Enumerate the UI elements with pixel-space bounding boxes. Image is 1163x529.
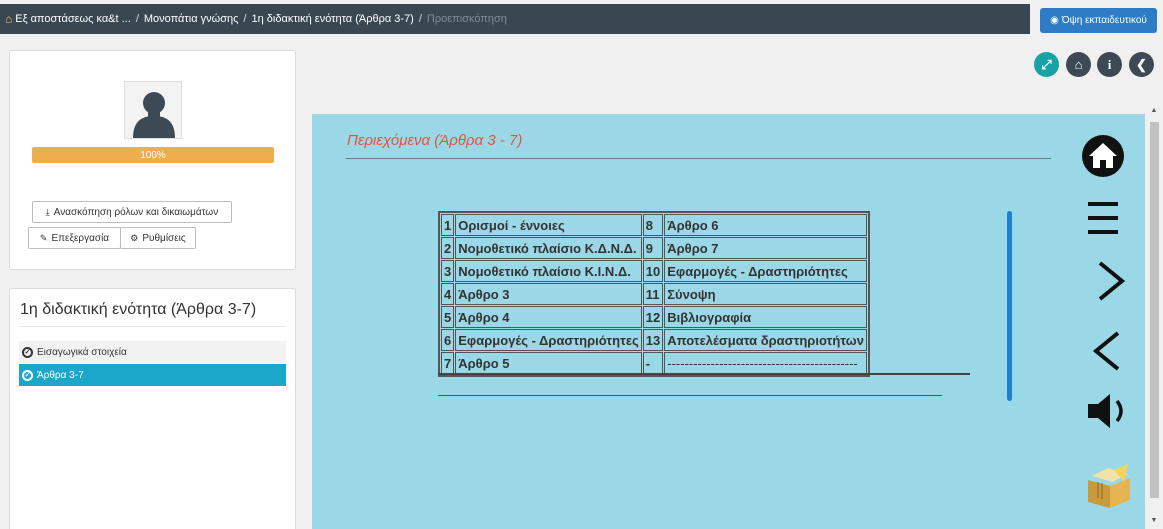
next-icon: [1098, 261, 1126, 301]
unit-item-articles[interactable]: ✓ Άρθρα 3-7: [19, 364, 286, 386]
scroll-up-icon[interactable]: ▲: [1149, 107, 1159, 114]
content-scroll-indicator[interactable]: [1007, 211, 1012, 401]
unit-panel: 1η διδακτική ενότητα (Άρθρα 3-7) ✓ Εισαγ…: [9, 288, 296, 529]
home-icon[interactable]: ⌂: [5, 12, 12, 26]
table-row: 5 Άρθρο 4 12 Βιβλιογραφία: [441, 306, 867, 328]
table-cell[interactable]: Εφαρμογές - Δραστηριότητες: [664, 260, 867, 282]
breadcrumb-separator: /: [135, 13, 139, 25]
previous-icon[interactable]: [1090, 330, 1124, 372]
back-icon[interactable]: ❮: [1129, 52, 1154, 77]
table-cell: 13: [642, 329, 664, 351]
user-icon: [133, 92, 175, 138]
eye-icon: ◉: [1050, 15, 1059, 26]
next-icon[interactable]: [1094, 260, 1128, 302]
glossary-book-icon[interactable]: [1084, 462, 1134, 512]
table-cell[interactable]: Άρθρο 5: [455, 352, 642, 374]
table-cell[interactable]: Άρθρο 6: [664, 214, 867, 236]
table-cell: 10: [642, 260, 664, 282]
table-cell[interactable]: Νομοθετικό πλαίσιο Κ.Δ.Ν.Δ.: [455, 237, 642, 259]
title-divider: [346, 158, 1051, 159]
menu-icon[interactable]: [1086, 198, 1120, 238]
contents-table: 1 Ορισμοί - έννοιες 8 Άρθρο 6 2 Νομοθετι…: [438, 211, 870, 377]
avatar: [124, 81, 182, 139]
table-cell: 8: [642, 214, 664, 236]
table-cell[interactable]: Άρθρο 3: [455, 283, 642, 305]
home-icon[interactable]: [1080, 133, 1126, 179]
table-cell[interactable]: Νομοθετικό πλαίσιο Κ.Ι.Ν.Δ.: [455, 260, 642, 282]
table-row: 1 Ορισμοί - έννοιες 8 Άρθρο 6: [441, 214, 867, 236]
breadcrumb-item-course[interactable]: Εξ αποστάσεως κα&t ...: [15, 13, 131, 25]
unit-item-label: Άρθρα 3-7: [37, 369, 84, 381]
roles-review-button[interactable]: ⤓ Ανασκόπηση ρόλων και δικαιωμάτων: [32, 201, 232, 223]
check-circle-icon: ✓: [22, 346, 33, 358]
table-row: 4 Άρθρο 3 11 Σύνοψη: [441, 283, 867, 305]
download-icon: ⤓: [45, 206, 50, 217]
check-circle-icon: ✓: [22, 369, 33, 381]
menu-icon: [1088, 202, 1118, 234]
pencil-icon: ✎: [39, 232, 48, 243]
profile-panel: 100% ⤓ Ανασκόπηση ρόλων και δικαιωμάτων …: [9, 50, 296, 270]
edit-button[interactable]: ✎ Επεξεργασία: [28, 227, 121, 249]
info-icon[interactable]: i: [1097, 52, 1122, 77]
breadcrumb-item-unit[interactable]: 1η διδακτική ενότητα (Άρθρα 3-7): [251, 13, 413, 25]
table-cell[interactable]: Βιβλιογραφία: [664, 306, 867, 328]
table-row: 6 Εφαρμογές - Δραστηριότητες 13 Αποτελέσ…: [441, 329, 867, 351]
table-cell: 12: [642, 306, 664, 328]
previous-icon: [1092, 331, 1120, 371]
progress-label: 100%: [140, 149, 166, 161]
expand-icon[interactable]: ⤢: [1034, 52, 1059, 77]
gear-icon: ⚙: [130, 232, 139, 243]
table-cell: -: [642, 352, 664, 374]
table-cell: 2: [441, 237, 455, 259]
edit-label: Επεξεργασία: [51, 232, 110, 244]
content-title: Περιεχόμενα (Άρθρα 3 - 7): [347, 132, 523, 149]
breadcrumb-separator: /: [418, 13, 422, 25]
settings-label: Ρυθμίσεις: [142, 232, 186, 244]
table-cell: 7: [441, 352, 455, 374]
table-row: 7 Άρθρο 5 - ----------------------------…: [441, 352, 867, 374]
roles-review-label: Ανασκόπηση ρόλων και δικαιωμάτων: [53, 206, 219, 218]
content-stage: Περιεχόμενα (Άρθρα 3 - 7) 1 Ορισμοί - έν…: [312, 114, 1145, 529]
unit-title: 1η διδακτική ενότητα (Άρθρα 3-7): [20, 301, 257, 318]
table-cell[interactable]: Αποτελέσματα δραστηριοτήτων: [664, 329, 867, 351]
table-cell: 6: [441, 329, 455, 351]
sound-icon: [1088, 394, 1123, 428]
sound-icon[interactable]: [1086, 392, 1130, 430]
table-cell[interactable]: Άρθρο 7: [664, 237, 867, 259]
scroll-down-icon[interactable]: ▼: [1149, 517, 1159, 524]
breadcrumb-separator: /: [243, 13, 247, 25]
table-cell[interactable]: Εφαρμογές - Δραστηριότητες: [455, 329, 642, 351]
table-cell: 11: [642, 283, 664, 305]
breadcrumb-current: Προεπισκόπηση: [426, 13, 507, 25]
glossary-book-icon: [1088, 464, 1130, 508]
table-cell[interactable]: Ορισμοί - έννοιες: [455, 214, 642, 236]
breadcrumb: ⌂ Εξ αποστάσεως κα&t ... / Μονοπάτια γνώ…: [0, 4, 1030, 34]
table-row: 2 Νομοθετικό πλαίσιο Κ.Δ.Ν.Δ. 9 Άρθρο 7: [441, 237, 867, 259]
breadcrumb-item-paths[interactable]: Μονοπάτια γνώσης: [144, 13, 239, 25]
table-cell: 9: [642, 237, 664, 259]
vertical-scrollbar[interactable]: ▲ ▼: [1146, 104, 1163, 529]
table-cell: 3: [441, 260, 455, 282]
table-underline: [438, 373, 970, 375]
settings-button[interactable]: ⚙ Ρυθμίσεις: [120, 227, 196, 249]
divider: [20, 326, 286, 327]
unit-item-label: Εισαγωγικά στοιχεία: [37, 346, 127, 358]
teacher-view-label: Όψη εκπαιδευτικού: [1061, 15, 1147, 26]
home-icon[interactable]: ⌂: [1066, 52, 1091, 77]
home-icon: [1082, 135, 1124, 177]
table-cell[interactable]: Άρθρο 4: [455, 306, 642, 328]
table-cell: 5: [441, 306, 455, 328]
table-cell: 4: [441, 283, 455, 305]
scrollbar-thumb[interactable]: [1150, 122, 1159, 498]
table-cell: ----------------------------------------…: [664, 352, 867, 374]
unit-item-intro[interactable]: ✓ Εισαγωγικά στοιχεία: [19, 341, 286, 363]
table-cell: 1: [441, 214, 455, 236]
table-underline: [438, 395, 942, 396]
top-bar: ⌂ Εξ αποστάσεως κα&t ... / Μονοπάτια γνώ…: [0, 0, 1163, 38]
table-cell[interactable]: Σύνοψη: [664, 283, 867, 305]
teacher-view-button[interactable]: ◉ Όψη εκπαιδευτικού: [1040, 8, 1157, 33]
table-row: 3 Νομοθετικό πλαίσιο Κ.Ι.Ν.Δ. 10 Εφαρμογ…: [441, 260, 867, 282]
progress-bar: 100%: [32, 147, 274, 163]
